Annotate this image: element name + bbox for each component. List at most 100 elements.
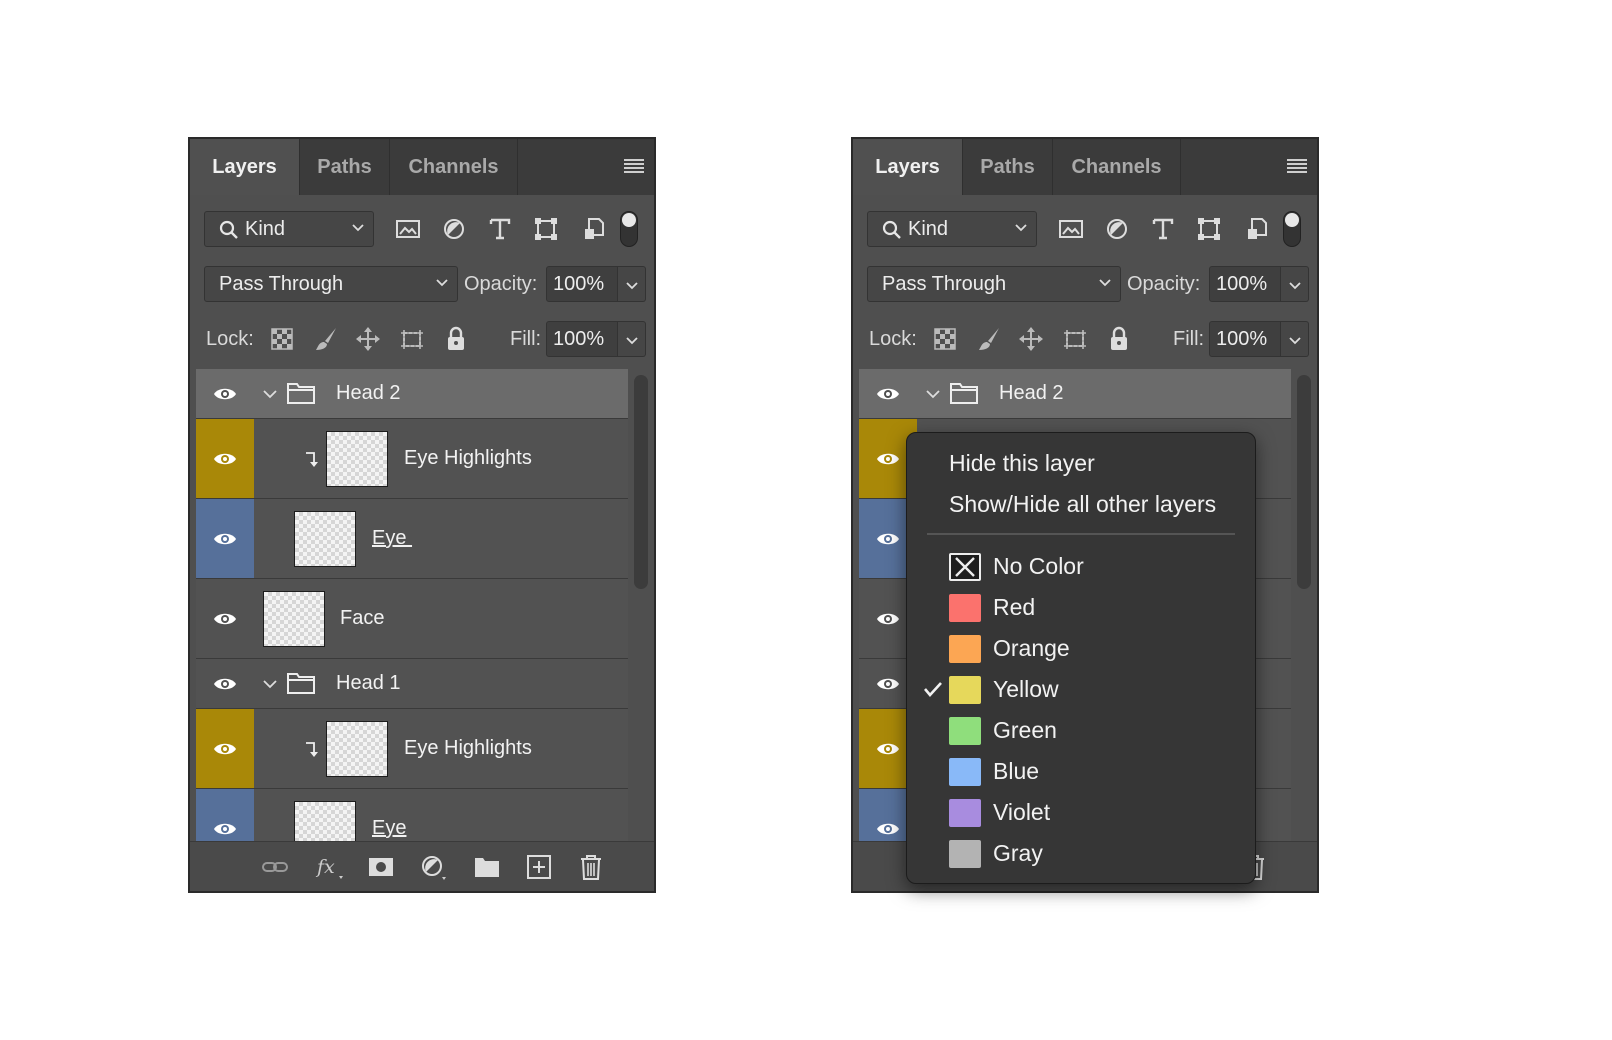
kind-filter-dropdown[interactable]: Kind bbox=[867, 211, 1037, 247]
layers-list[interactable]: Head 2 Eye Highlights Eye Face Head 1 Ey… bbox=[196, 369, 628, 845]
tab-layers[interactable]: Layers bbox=[853, 139, 963, 195]
filter-toggle[interactable] bbox=[620, 211, 638, 247]
tab-channels[interactable]: Channels bbox=[390, 139, 518, 195]
opacity-dropdown-button[interactable] bbox=[1281, 266, 1309, 302]
add-mask-icon[interactable] bbox=[366, 852, 396, 882]
layer-name: Face bbox=[340, 607, 385, 629]
chevron-down-icon bbox=[1289, 282, 1301, 290]
menu-item-hide-layer[interactable]: Hide this layer bbox=[907, 443, 1255, 483]
fx-layer-style-icon[interactable]: fx bbox=[314, 852, 344, 882]
layer-row-clipped[interactable]: Eye Highlights bbox=[196, 419, 628, 499]
chevron-down-icon[interactable] bbox=[925, 386, 941, 402]
visibility-toggle[interactable] bbox=[196, 659, 254, 708]
panel-menu-icon[interactable] bbox=[624, 159, 644, 173]
lock-all-padlock-icon[interactable] bbox=[442, 325, 470, 353]
visibility-toggle[interactable] bbox=[196, 369, 254, 418]
shape-layer-filter-icon[interactable] bbox=[532, 215, 560, 243]
eye-icon bbox=[214, 388, 236, 399]
visibility-toggle[interactable] bbox=[196, 499, 254, 578]
layer-row[interactable]: Eye bbox=[196, 499, 628, 579]
layer-row-group[interactable]: Head 2 bbox=[859, 369, 1291, 419]
pixel-layer-filter-icon[interactable] bbox=[1057, 215, 1085, 243]
menu-item-orange[interactable]: Orange bbox=[907, 628, 1255, 668]
pixel-layer-filter-icon[interactable] bbox=[394, 215, 422, 243]
new-adjustment-layer-icon[interactable] bbox=[418, 852, 448, 882]
lock-transparent-pixels-icon[interactable] bbox=[931, 325, 959, 353]
menu-item-no-color[interactable]: No Color bbox=[907, 546, 1255, 586]
menu-item-blue[interactable]: Blue bbox=[907, 751, 1255, 791]
chevron-down-icon[interactable] bbox=[262, 386, 278, 402]
layer-row[interactable]: Face bbox=[196, 579, 628, 659]
chevron-down-icon bbox=[626, 337, 638, 345]
filter-row: Kind bbox=[865, 211, 1307, 249]
lock-row: Lock: Fill: 100% bbox=[202, 321, 646, 359]
blend-mode-dropdown[interactable]: Pass Through bbox=[867, 266, 1121, 302]
eye-icon bbox=[214, 533, 236, 544]
lock-artboard-icon[interactable] bbox=[1061, 325, 1089, 353]
menu-item-gray[interactable]: Gray bbox=[907, 833, 1255, 873]
layer-thumbnail bbox=[326, 431, 388, 487]
menu-item-yellow[interactable]: Yellow bbox=[907, 669, 1255, 709]
chevron-down-icon[interactable] bbox=[262, 676, 278, 692]
opacity-dropdown-button[interactable] bbox=[618, 266, 646, 302]
visibility-toggle[interactable] bbox=[196, 789, 254, 845]
opacity-input[interactable]: 100% bbox=[546, 266, 618, 302]
checkmark-icon bbox=[924, 682, 942, 697]
smart-object-filter-icon[interactable] bbox=[580, 215, 608, 243]
new-group-folder-icon[interactable] bbox=[472, 852, 502, 882]
layer-row[interactable]: Eye bbox=[196, 789, 628, 845]
menu-item-green[interactable]: Green bbox=[907, 710, 1255, 750]
lock-row: Lock: Fill: 100% bbox=[865, 321, 1309, 359]
kind-filter-dropdown[interactable]: Kind bbox=[204, 211, 374, 247]
lock-image-pixels-brush-icon[interactable] bbox=[975, 325, 1003, 353]
lock-position-move-icon[interactable] bbox=[1017, 325, 1045, 353]
menu-item-show-hide-others[interactable]: Show/Hide all other layers bbox=[907, 484, 1255, 524]
new-layer-icon[interactable] bbox=[524, 852, 554, 882]
link-layers-icon[interactable] bbox=[260, 852, 290, 882]
lock-artboard-icon[interactable] bbox=[398, 325, 426, 353]
folder-icon bbox=[950, 383, 978, 404]
fill-dropdown-button[interactable] bbox=[1281, 321, 1309, 357]
visibility-toggle[interactable] bbox=[196, 579, 254, 658]
layers-scrollbar[interactable] bbox=[1297, 375, 1311, 589]
tab-channels[interactable]: Channels bbox=[1053, 139, 1181, 195]
lock-all-padlock-icon[interactable] bbox=[1105, 325, 1133, 353]
delete-layer-trash-icon[interactable] bbox=[576, 852, 606, 882]
tab-layers[interactable]: Layers bbox=[190, 139, 300, 195]
layer-row-group[interactable]: Head 2 bbox=[196, 369, 628, 419]
smart-object-filter-icon[interactable] bbox=[1243, 215, 1271, 243]
lock-transparent-pixels-icon[interactable] bbox=[268, 325, 296, 353]
fill-input[interactable]: 100% bbox=[1209, 321, 1281, 357]
lock-image-pixels-brush-icon[interactable] bbox=[312, 325, 340, 353]
menu-item-red[interactable]: Red bbox=[907, 587, 1255, 627]
blend-mode-dropdown[interactable]: Pass Through bbox=[204, 266, 458, 302]
fill-dropdown-button[interactable] bbox=[618, 321, 646, 357]
type-layer-filter-icon[interactable] bbox=[486, 215, 514, 243]
adjustment-layer-filter-icon[interactable] bbox=[440, 215, 468, 243]
layers-scrollbar[interactable] bbox=[634, 375, 648, 589]
kind-label: Kind bbox=[245, 218, 286, 240]
layer-thumbnail bbox=[326, 721, 388, 777]
red-swatch bbox=[949, 594, 981, 622]
fill-input[interactable]: 100% bbox=[546, 321, 618, 357]
type-layer-filter-icon[interactable] bbox=[1149, 215, 1177, 243]
layer-row-group[interactable]: Head 1 bbox=[196, 659, 628, 709]
layer-row-clipped[interactable]: Eye Highlights bbox=[196, 709, 628, 789]
orange-swatch bbox=[949, 635, 981, 663]
shape-layer-filter-icon[interactable] bbox=[1195, 215, 1223, 243]
tab-paths[interactable]: Paths bbox=[300, 139, 390, 195]
svg-text:fx: fx bbox=[315, 856, 335, 878]
layer-thumbnail bbox=[263, 591, 325, 647]
lock-position-move-icon[interactable] bbox=[354, 325, 382, 353]
opacity-input[interactable]: 100% bbox=[1209, 266, 1281, 302]
visibility-toggle[interactable] bbox=[196, 419, 254, 498]
visibility-toggle[interactable] bbox=[859, 369, 917, 418]
panel-menu-icon[interactable] bbox=[1287, 159, 1307, 173]
visibility-toggle[interactable] bbox=[196, 709, 254, 788]
green-swatch bbox=[949, 717, 981, 745]
tab-paths[interactable]: Paths bbox=[963, 139, 1053, 195]
menu-item-violet[interactable]: Violet bbox=[907, 792, 1255, 832]
adjustment-layer-filter-icon[interactable] bbox=[1103, 215, 1131, 243]
filter-toggle[interactable] bbox=[1283, 211, 1301, 247]
blend-mode-value: Pass Through bbox=[882, 273, 1007, 295]
